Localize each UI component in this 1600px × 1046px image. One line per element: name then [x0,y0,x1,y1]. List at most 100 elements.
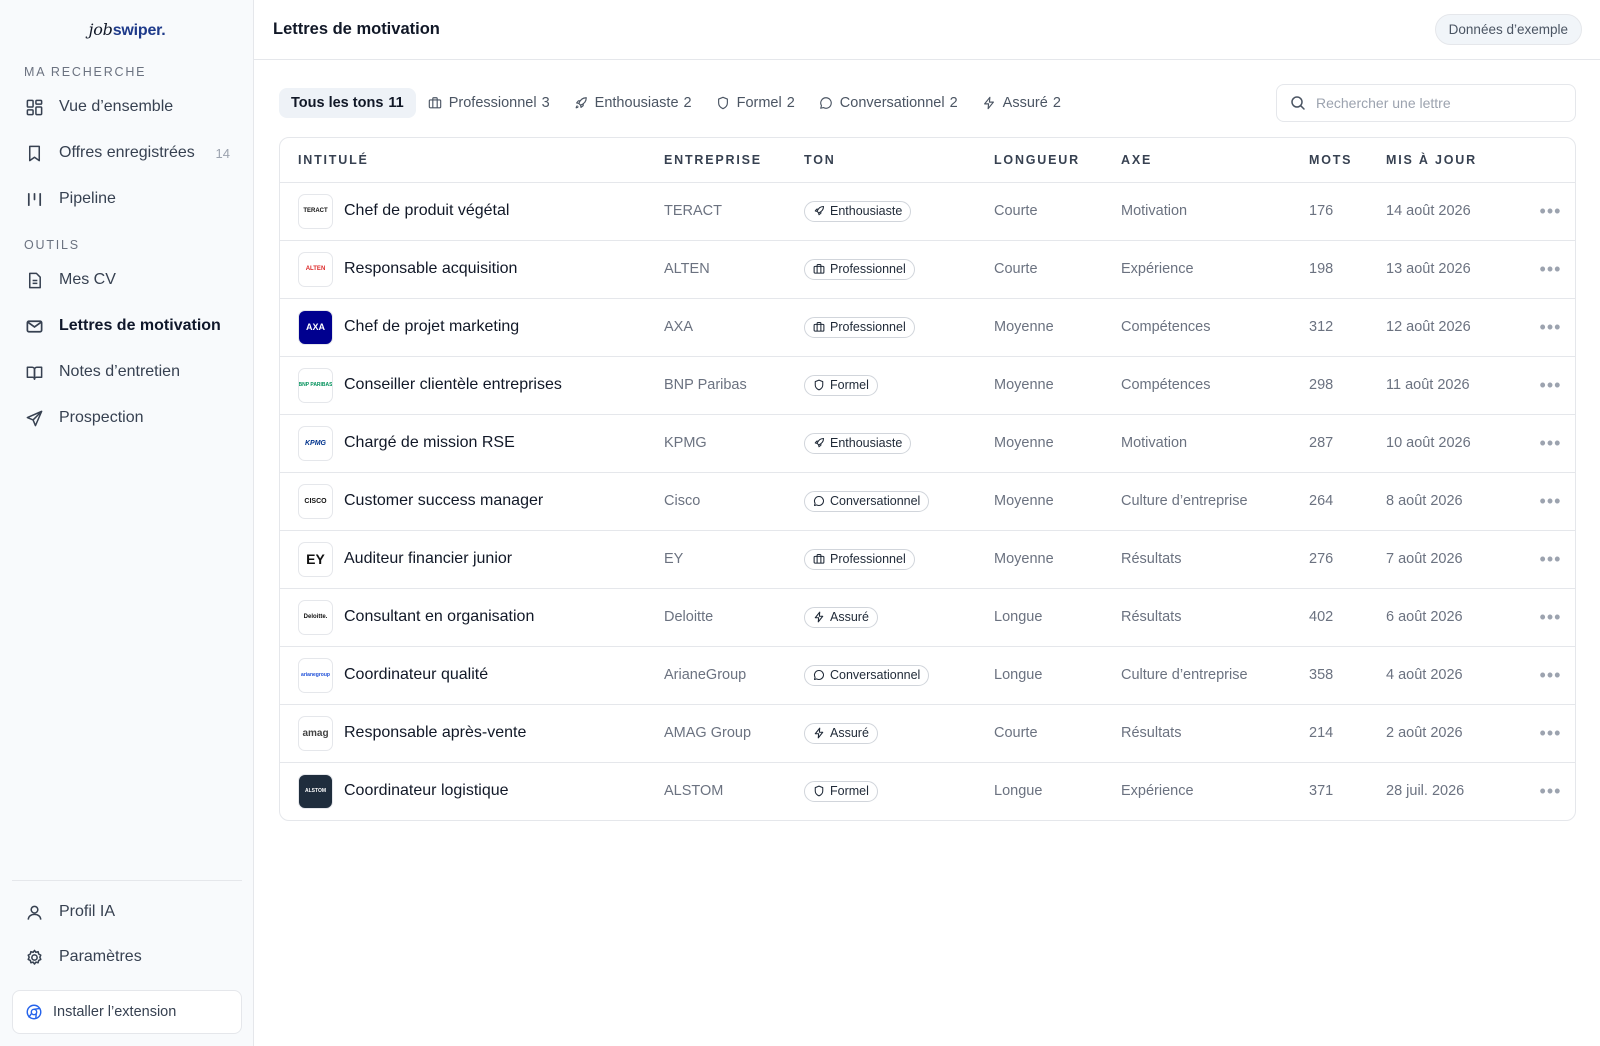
tone-label: Conversationnel [830,494,921,508]
table-row[interactable]: ALTEN Responsable acquisition ALTEN Profess… [280,240,1575,299]
title-wrap: Deloitte. Consultant en organisation [298,599,646,635]
sidebar-item-overview[interactable]: Vue d’ensemble [12,88,242,126]
company-logo: KPMG [298,425,333,461]
letter-title[interactable]: Chargé de mission RSE [344,434,515,452]
title-wrap: KPMG Chargé de mission RSE [298,425,646,461]
table-row[interactable]: TERACT Chef de produit végétal TERACT Entho… [280,182,1575,241]
table-row[interactable]: ALSTOM Coordinateur logistique ALSTOM Forme… [280,762,1575,820]
cell-title: KPMG Chargé de mission RSE [280,414,646,473]
row-menu-button[interactable]: ••• [1506,704,1575,763]
more-icon: ••• [1539,374,1562,395]
filter-count: 11 [388,95,404,111]
letter-title[interactable]: Consultant en organisation [344,608,534,626]
cell-length: Moyenne [976,414,1103,473]
cell-axis: Résultats [1103,588,1291,647]
cell-axis: Culture d’entreprise [1103,646,1291,705]
table-row[interactable]: EY Auditeur financier junior EY Professionn… [280,530,1575,589]
table-row[interactable]: CISCO Customer success manager Cisco Conver… [280,472,1575,531]
filter-label: Professionnel [448,95,537,111]
letters-table: INTITULÉ ENTREPRISE TON LONGUEUR AXE MOT… [279,137,1576,821]
search-input[interactable] [1316,95,1556,111]
sidebar-item-saved-offers[interactable]: Offres enregistrées 14 [12,134,242,172]
cell-words: 371 [1309,783,1334,800]
sidebar-item-ai-profile[interactable]: Profil IA [12,893,242,931]
cell-words: 402 [1291,588,1368,647]
row-menu-button[interactable]: ••• [1506,588,1575,647]
letter-title[interactable]: Responsable acquisition [344,260,517,278]
letter-title[interactable]: Coordinateur qualité [344,666,488,684]
sidebar-item-pipeline[interactable]: Pipeline [12,180,242,218]
letter-title[interactable]: Coordinateur logistique [344,782,509,800]
letter-title[interactable]: Customer success manager [344,492,543,510]
table-row[interactable]: AXA Chef de projet marketing AXA Profession… [280,298,1575,357]
column-header[interactable]: TON [786,138,976,183]
demo-data-badge[interactable]: Données d’exemple [1434,14,1582,45]
column-header[interactable]: MOTS [1291,138,1368,183]
sidebar-item-cv[interactable]: Mes CV [12,261,242,299]
saved-offers-count: 14 [215,145,230,161]
table-row[interactable]: arianegroup Coordinateur qualité ArianeGro… [280,646,1575,705]
column-header[interactable]: ENTREPRISE [646,138,786,183]
letter-title[interactable]: Chef de projet marketing [344,318,519,336]
filter-conversationnel[interactable]: Conversationnel 2 [807,88,970,118]
filter-count: 2 [683,95,692,111]
column-header[interactable]: MIS À JOUR [1368,138,1506,183]
chat-icon [819,96,833,110]
tone-badge: Conversationnel [804,490,930,512]
table-row[interactable]: BNP PARIBAS Conseiller clientèle entrepri… [280,356,1575,415]
sidebar-item-cover-letters[interactable]: Lettres de motivation [12,307,242,345]
letter-title[interactable]: Responsable après-vente [344,724,526,742]
cell-updated: 7 août 2026 [1368,530,1506,589]
row-menu-button[interactable]: ••• [1506,646,1575,705]
filter-assure[interactable]: Assuré 2 [970,88,1073,118]
row-menu-button[interactable]: ••• [1506,298,1575,357]
filter-formel[interactable]: Formel 2 [704,88,807,118]
title-wrap: arianegroup Coordinateur qualité [298,657,646,693]
cell-words: 312 [1291,298,1368,357]
row-menu-button[interactable]: ••• [1506,762,1575,820]
letter-title[interactable]: Conseiller clientèle entreprises [344,376,562,394]
filter-professionnel[interactable]: Professionnel 3 [416,88,562,118]
row-menu-button[interactable]: ••• [1506,182,1575,241]
row-menu-button[interactable]: ••• [1506,530,1575,589]
tone-badge: Formel [804,780,878,802]
filter-all-tones[interactable]: Tous les tons 11 [279,88,416,118]
column-header[interactable]: LONGUEUR [976,138,1103,183]
letter-title[interactable]: Chef de produit végétal [344,202,509,220]
sidebar-item-prospection[interactable]: Prospection [12,399,242,437]
more-icon: ••• [1539,258,1562,279]
cell-title: arianegroup Coordinateur qualité [280,646,646,705]
section-title-search: MA RECHERCHE [24,65,147,79]
cell-axis: Culture d’entreprise [1103,472,1291,531]
table-row[interactable]: KPMG Chargé de mission RSE KPMG Enthousiast… [280,414,1575,473]
cell-company: EY [646,530,786,589]
tone-badge: Conversationnel [804,664,930,686]
company-logo: AXA [298,309,333,345]
more-icon: ••• [1539,432,1562,453]
cell-title: EY Auditeur financier junior [280,530,646,589]
cell-axis: Résultats [1103,704,1291,763]
sidebar-item-label: Lettres de motivation [59,317,221,334]
row-menu-button[interactable]: ••• [1506,414,1575,473]
app-logo[interactable]: jobswiper. [0,20,254,40]
sidebar-item-label: Profil IA [59,903,116,920]
table-row[interactable]: amag Responsable après-vente AMAG Group Ass… [280,704,1575,763]
title-wrap: amag Responsable après-vente [298,715,646,751]
cell-tone: Formel [786,762,976,820]
cell-tone: Assuré [786,588,976,647]
row-menu-button[interactable]: ••• [1506,240,1575,299]
tone-badge: Professionnel [804,258,915,280]
column-header[interactable]: INTITULÉ [280,138,646,183]
row-menu-button[interactable]: ••• [1506,472,1575,531]
column-header[interactable]: AXE [1103,138,1291,183]
table-row[interactable]: Deloitte. Consultant en organisation Deloi… [280,588,1575,647]
cell-words: 298 [1291,356,1368,415]
install-extension-button[interactable]: Installer l’extension [12,990,242,1034]
letter-title[interactable]: Auditeur financier junior [344,550,512,568]
row-menu-button[interactable]: ••• [1506,356,1575,415]
sidebar-item-settings[interactable]: Paramètres [12,938,242,976]
filter-enthousiaste[interactable]: Enthousiaste 2 [562,88,704,118]
search-box [1276,84,1576,122]
sidebar-item-interview-notes[interactable]: Notes d’entretien [12,353,242,391]
cell-length: Moyenne [976,530,1103,589]
